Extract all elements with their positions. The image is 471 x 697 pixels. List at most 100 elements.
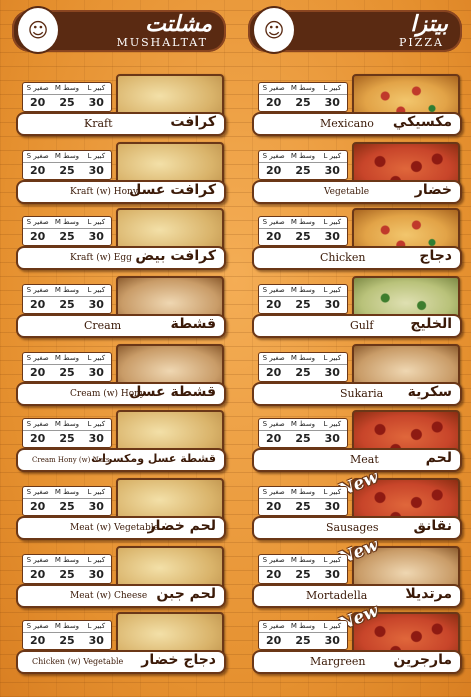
size-label-s: S صغير <box>26 286 49 294</box>
menu-item-vegetable[interactable]: S صغير M وسط L كبير 20 25 30 Vegetable خضار <box>242 142 464 206</box>
item-name-bar: Cream Hony (w) Nuts قشطة عسل ومكسرات <box>16 448 226 472</box>
price-s: 20 <box>266 366 282 379</box>
price-table: S صغير M وسط L كبير 20 25 30 <box>22 150 112 180</box>
price-l: 30 <box>324 96 340 109</box>
size-label-s: S صغير <box>26 556 49 564</box>
item-name-bar: Margreen مارجرين <box>252 650 462 674</box>
size-label-m: M وسط <box>54 218 80 226</box>
price-table: S صغير M وسط L كبير 20 25 30 <box>22 284 112 314</box>
menu-item-gulf[interactable]: S صغير M وسط L كبير 20 25 30 Gulf الخليج <box>242 276 464 340</box>
price-l: 30 <box>324 366 340 379</box>
size-label-s: S صغير <box>262 556 285 564</box>
menu-item-meat[interactable]: S صغير M وسط L كبير 20 25 30 Meat لحم <box>242 410 464 474</box>
size-label-m: M وسط <box>54 84 80 92</box>
size-label-m: M وسط <box>290 152 316 160</box>
price-table: S صغير M وسط L كبير 20 25 30 <box>22 82 112 112</box>
price-m: 25 <box>59 164 75 177</box>
item-name-bar: Mexicano مكسيكي <box>252 112 462 136</box>
item-name-en: Vegetable <box>324 187 370 197</box>
size-label-s: S صغير <box>262 420 285 428</box>
menu-item-chicken-vegetable[interactable]: S صغير M وسط L كبير 20 25 30 Chicken (w) Veg… <box>6 612 228 676</box>
size-label-s: S صغير <box>262 286 285 294</box>
price-s: 20 <box>30 432 46 445</box>
menu-item-kraft[interactable]: S صغير M وسط L كبير 20 25 30 Kraft كرافت <box>6 74 228 138</box>
price-l: 30 <box>88 634 104 647</box>
size-label-l: L كبير <box>323 488 342 496</box>
price-m: 25 <box>295 500 311 513</box>
item-name-ar: كرافت عسل <box>129 182 216 198</box>
price-s: 20 <box>30 96 46 109</box>
menu-item-meat-vegetable[interactable]: S صغير M وسط L كبير 20 25 30 Meat (w) Vegeta… <box>6 478 228 542</box>
price-table: S صغير M وسط L كبير 20 25 30 <box>258 150 348 180</box>
price-m: 25 <box>59 432 75 445</box>
size-label-m: M وسط <box>290 420 316 428</box>
size-label-l: L كبير <box>87 622 106 630</box>
price-table: S صغير M وسط L كبير 20 25 30 <box>258 352 348 382</box>
menu-item-meat-cheese[interactable]: S صغير M وسط L كبير 20 25 30 Meat (w) Cheese… <box>6 546 228 610</box>
item-name-bar: Kraft كرافت <box>16 112 226 136</box>
item-name-en: Mortadella <box>306 589 368 602</box>
price-s: 20 <box>266 568 282 581</box>
item-name-bar: Mortadella مرتديلا <box>252 584 462 608</box>
item-name-bar: Meat (w) Vegetable لحم خضار <box>16 516 226 540</box>
size-label-s: S صغير <box>26 354 49 362</box>
price-table: S صغير M وسط L كبير 20 25 30 <box>22 486 112 516</box>
item-name-bar: Cream قشطة <box>16 314 226 338</box>
size-label-m: M وسط <box>54 354 80 362</box>
menu-item-chicken[interactable]: S صغير M وسط L كبير 20 25 30 Chicken دجاج <box>242 208 464 272</box>
menu-item-margreen[interactable]: New S صغير M وسط L كبير 20 25 30 Margreen ما… <box>242 601 464 676</box>
price-l: 30 <box>88 298 104 311</box>
price-s: 20 <box>30 500 46 513</box>
menu-item-cream[interactable]: S صغير M وسط L كبير 20 25 30 Cream قشطة <box>6 276 228 340</box>
item-name-en: Margreen <box>310 655 366 668</box>
menu-item-cream-hony[interactable]: S صغير M وسط L كبير 20 25 30 Cream (w) Hony … <box>6 344 228 408</box>
item-name-en: Meat (w) Cheese <box>70 591 148 601</box>
size-label-l: L كبير <box>323 84 342 92</box>
item-name-ar: الخليج <box>410 316 452 332</box>
menu-item-cream-hony-nuts[interactable]: S صغير M وسط L كبير 20 25 30 Cream Hony (w) … <box>6 410 228 474</box>
price-s: 20 <box>266 230 282 243</box>
price-table: S صغير M وسط L كبير 20 25 30 <box>22 352 112 382</box>
item-name-en: Kraft (w) Egg <box>70 253 132 263</box>
price-s: 20 <box>266 432 282 445</box>
size-label-s: S صغير <box>262 488 285 496</box>
item-name-bar: Vegetable خضار <box>252 180 462 204</box>
menu-item-kraft-hony[interactable]: S صغير M وسط L كبير 20 25 30 Kraft (w) Hony … <box>6 142 228 206</box>
price-l: 30 <box>324 164 340 177</box>
item-name-en: Kraft <box>84 117 113 130</box>
size-label-m: M وسط <box>54 556 80 564</box>
menu-item-sukaria[interactable]: S صغير M وسط L كبير 20 25 30 Sukaria سكرية <box>242 344 464 408</box>
menu-item-sausages[interactable]: New S صغير M وسط L كبير 20 25 30 Sausages نق… <box>242 467 464 542</box>
price-l: 30 <box>88 432 104 445</box>
item-name-bar: Chicken دجاج <box>252 246 462 270</box>
size-label-l: L كبير <box>323 420 342 428</box>
price-s: 20 <box>266 164 282 177</box>
item-name-en: Chicken (w) Vegetable <box>32 657 124 666</box>
size-label-l: L كبير <box>87 152 106 160</box>
price-table: S صغير M وسط L كبير 20 25 30 <box>22 620 112 650</box>
item-name-ar: مرتديلا <box>405 586 452 602</box>
size-label-s: S صغير <box>26 218 49 226</box>
price-m: 25 <box>295 96 311 109</box>
price-m: 25 <box>59 96 75 109</box>
size-label-l: L كبير <box>87 556 106 564</box>
item-name-bar: Kraft (w) Egg كرافت بيض <box>16 246 226 270</box>
chef-logo-icon: ☺ <box>252 6 296 54</box>
menu-item-mortadella[interactable]: New S صغير M وسط L كبير 20 25 30 Mortadella … <box>242 535 464 610</box>
price-l: 30 <box>88 230 104 243</box>
price-s: 20 <box>30 366 46 379</box>
size-label-l: L كبير <box>87 286 106 294</box>
menu-item-kraft-egg[interactable]: S صغير M وسط L كبير 20 25 30 Kraft (w) Egg ك… <box>6 208 228 272</box>
size-label-l: L كبير <box>323 556 342 564</box>
price-m: 25 <box>295 432 311 445</box>
price-l: 30 <box>324 568 340 581</box>
price-m: 25 <box>295 366 311 379</box>
price-m: 25 <box>59 230 75 243</box>
menu-item-mexicano[interactable]: S صغير M وسط L كبير 20 25 30 Mexicano مكسيكي <box>242 74 464 138</box>
size-label-m: M وسط <box>54 622 80 630</box>
price-m: 25 <box>59 634 75 647</box>
item-name-ar: قشطة عسل ومكسرات <box>91 452 216 465</box>
price-s: 20 <box>266 298 282 311</box>
price-l: 30 <box>88 164 104 177</box>
size-label-s: S صغير <box>26 84 49 92</box>
